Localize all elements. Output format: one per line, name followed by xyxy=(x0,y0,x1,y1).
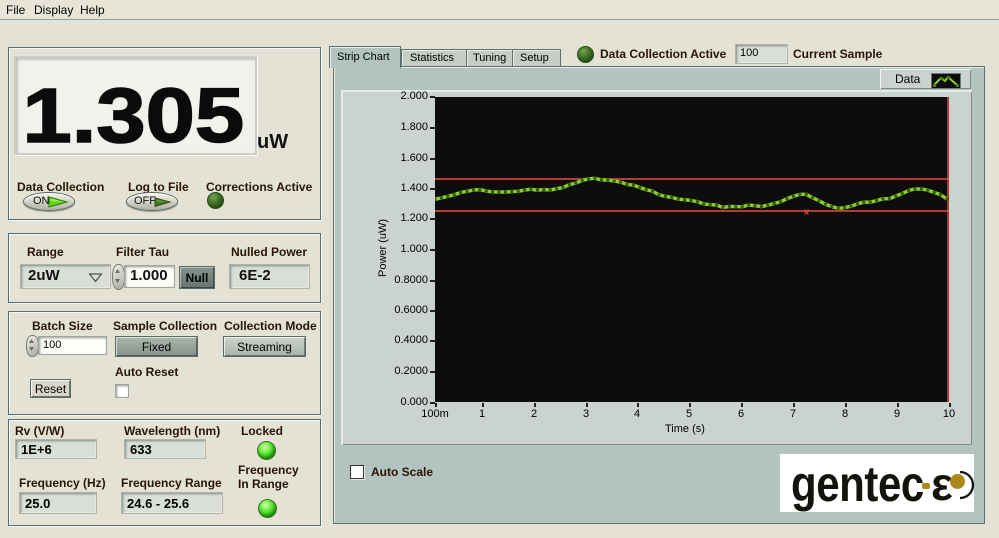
svg-text:x: x xyxy=(804,207,809,217)
